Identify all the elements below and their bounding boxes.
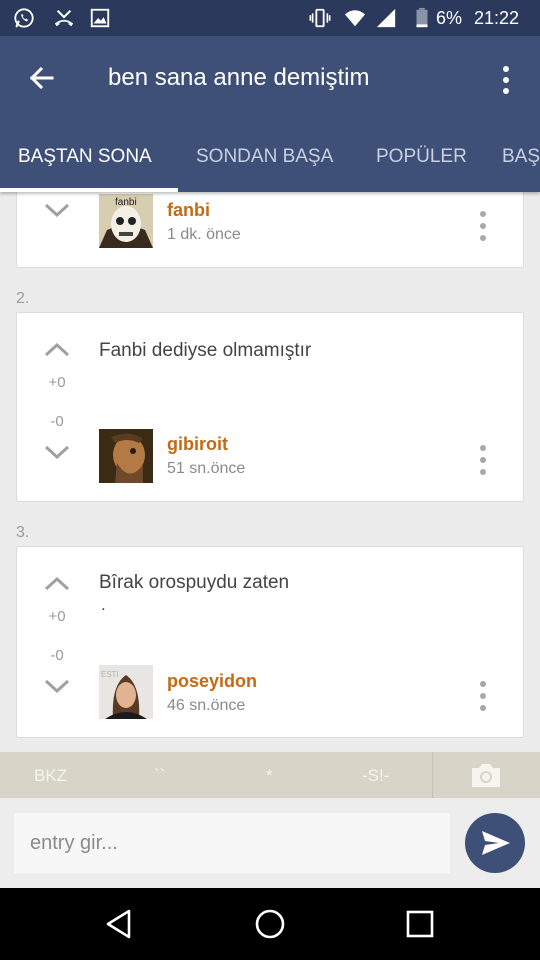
entry-author[interactable]: fanbi <box>167 200 210 221</box>
entry-number: 2. <box>16 290 30 307</box>
entry-card: +0 -0 Fanbi dediyse olmamıştır gibiroit … <box>16 312 524 502</box>
tab-indicator <box>0 188 178 192</box>
tab-bas[interactable]: BAŞ <box>502 146 540 168</box>
entry-card: fanbi fanbi 1 dk. önce <box>16 192 524 268</box>
entry-author[interactable]: gibiroit <box>167 434 228 455</box>
camera-icon[interactable] <box>470 761 502 789</box>
clock: 21:22 <box>474 8 520 28</box>
entry-time: 1 dk. önce <box>167 226 241 243</box>
vote-down-icon[interactable] <box>41 441 73 463</box>
entry-card: +0 -0 Bîrak orospuydu zaten . ESTI posey… <box>16 546 524 738</box>
asterisk-button[interactable]: * <box>266 766 273 786</box>
tab-sondan-basa[interactable]: SONDAN BAŞA <box>196 146 333 168</box>
avatar[interactable]: ESTI <box>99 665 153 719</box>
toolbar-divider <box>432 752 433 798</box>
tab-populer[interactable]: POPÜLER <box>376 146 467 168</box>
bkz-button[interactable]: BKZ <box>34 766 67 786</box>
avatar-gibiroit-image <box>99 429 153 483</box>
entry-more-button[interactable] <box>473 211 493 243</box>
vote-down-icon[interactable] <box>41 675 73 697</box>
wifi-icon <box>344 10 366 27</box>
page-title: ben sana anne demiştim <box>108 64 370 91</box>
arrow-back-icon[interactable] <box>22 58 62 98</box>
nav-recents-icon[interactable] <box>404 908 436 940</box>
svg-text:ESTI: ESTI <box>101 670 119 679</box>
backtick-button[interactable]: `` <box>154 766 165 786</box>
entry-time: 51 sn.önce <box>167 460 246 477</box>
upvote-count: +0 <box>48 374 66 391</box>
signal-icon <box>376 8 396 28</box>
battery-percentage: 6% <box>436 8 463 28</box>
tab-bar: BAŞTAN SONA SONDAN BAŞA POPÜLER BAŞ <box>0 122 540 192</box>
nav-back-icon[interactable] <box>103 908 135 940</box>
entry-number: 3. <box>16 524 30 541</box>
vote-down-icon[interactable] <box>41 199 73 221</box>
whatsapp-icon <box>14 8 34 28</box>
send-button[interactable] <box>465 813 525 873</box>
gallery-icon <box>90 8 110 28</box>
avatar-caption: fanbi <box>115 197 137 208</box>
send-icon <box>482 831 510 855</box>
entry-text-line2: . <box>101 595 106 614</box>
entry-composer <box>0 798 540 888</box>
entry-text: Bîrak orospuydu zaten <box>99 572 290 593</box>
battery-icon <box>416 7 428 28</box>
nav-home-icon[interactable] <box>254 908 286 940</box>
system-nav-bar <box>0 888 540 960</box>
spoiler-button[interactable]: -S!- <box>362 766 389 786</box>
entry-list[interactable]: fanbi fanbi 1 dk. önce 2. +0 -0 Fanbi de… <box>0 192 540 752</box>
avatar-poseyidon-image: ESTI <box>99 665 153 719</box>
downvote-count: -0 <box>50 413 64 430</box>
entry-more-button[interactable] <box>473 445 493 477</box>
app-toolbar: ben sana anne demiştim <box>0 36 540 122</box>
upvote-count: +0 <box>48 608 66 625</box>
entry-author[interactable]: poseyidon <box>167 671 257 692</box>
more-vert-icon[interactable] <box>494 60 518 100</box>
missed-call-icon <box>54 9 74 27</box>
vote-up-icon[interactable] <box>41 339 73 361</box>
tab-bastan-sona[interactable]: BAŞTAN SONA <box>18 146 152 168</box>
entry-text: Fanbi dediyse olmamıştır <box>99 340 312 361</box>
entry-time: 46 sn.önce <box>167 697 246 714</box>
downvote-count: -0 <box>50 647 64 664</box>
vibrate-icon <box>309 8 331 28</box>
avatar[interactable]: fanbi <box>99 194 153 248</box>
entry-more-button[interactable] <box>473 681 493 713</box>
avatar[interactable] <box>99 429 153 483</box>
entry-input[interactable] <box>14 813 450 873</box>
format-toolbar: BKZ `` * -S!- <box>0 752 540 798</box>
vote-up-icon[interactable] <box>41 573 73 595</box>
status-bar: 6% 21:22 <box>0 0 540 36</box>
